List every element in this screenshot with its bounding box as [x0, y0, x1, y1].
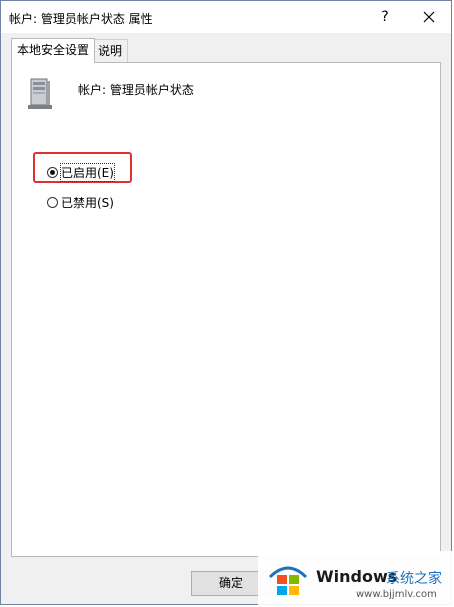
enabled-radio-label[interactable]: 已启用(E) [60, 162, 115, 182]
watermark: Windows 系统之家 www.bjjmlv.com [258, 551, 454, 607]
disabled-radio-label[interactable]: 已禁用(S) [61, 194, 114, 211]
windows-logo-icon [268, 566, 308, 595]
enabled-radio-option[interactable]: 已启用(E) [47, 162, 115, 182]
window-title: 帐户: 管理员帐户状态 属性 [9, 12, 153, 26]
server-policy-icon [28, 78, 52, 109]
tab-local-security-setting[interactable]: 本地安全设置 [11, 38, 96, 63]
watermark-site-name: 系统之家 [386, 571, 442, 587]
title-bar: 帐户: 管理员帐户状态 属性 ? [1, 1, 451, 33]
enabled-radio-button[interactable] [47, 166, 58, 178]
help-button[interactable]: ? [373, 5, 397, 29]
tab-panel: 帐户: 管理员帐户状态 已启用(E) 已禁用(S) [11, 62, 441, 557]
close-icon [423, 11, 435, 23]
properties-dialog: 帐户: 管理员帐户状态 属性 ? 本地安全设置 说明 帐户: 管理员帐户状态 已… [0, 0, 452, 605]
watermark-url: www.bjjmlv.com [356, 589, 437, 600]
disabled-radio-button[interactable] [47, 196, 58, 208]
policy-name: 帐户: 管理员帐户状态 [78, 83, 194, 97]
close-button[interactable] [417, 5, 441, 29]
tab-explain[interactable]: 说明 [92, 39, 129, 62]
disabled-radio-option[interactable]: 已禁用(S) [47, 194, 114, 210]
